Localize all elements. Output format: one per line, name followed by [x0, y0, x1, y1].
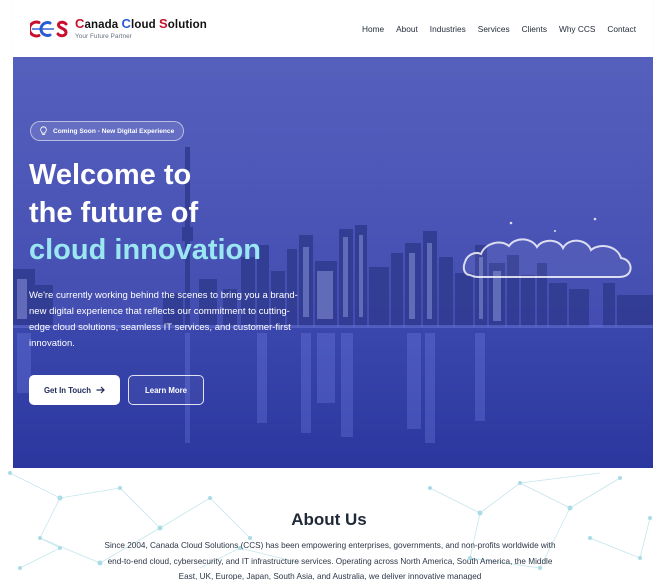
about-title: About Us [291, 510, 367, 529]
site-header: Canada Cloud Solution Your Future Partne… [13, 0, 653, 57]
brand-tagline: Your Future Partner [75, 33, 132, 40]
get-in-touch-label: Get In Touch [43, 385, 92, 395]
hero-headline-line2: the future of [29, 197, 199, 229]
hero-description: We're currently working behind the scene… [29, 290, 298, 349]
arrow-right-icon [96, 386, 105, 394]
nav-services[interactable]: Services [478, 24, 510, 34]
coming-soon-badge: Coming Soon - New Digital Experience [30, 121, 185, 141]
nav-why-ccs[interactable]: Why CCS [559, 24, 595, 34]
learn-more-button[interactable]: Learn More [128, 375, 204, 405]
nav-contact[interactable]: Contact [607, 24, 636, 34]
main-nav: Home About Industries Services Clients W… [362, 0, 636, 57]
hero-headline-line1: Welcome to [29, 159, 192, 191]
nav-clients[interactable]: Clients [522, 24, 547, 34]
about-section: About Us Since 2004, Canada Cloud Soluti… [0, 468, 658, 580]
hero-section: Coming Soon - New Digital Experience Wel… [13, 57, 653, 468]
lightbulb-icon [40, 126, 47, 135]
nav-home[interactable]: Home [362, 24, 384, 34]
get-in-touch-button[interactable]: Get In Touch [29, 375, 120, 405]
about-description: Since 2004, Canada Cloud Solutions (CCS)… [104, 541, 556, 580]
nav-industries[interactable]: Industries [430, 24, 466, 34]
badge-text: Coming Soon - New Digital Experience [53, 127, 175, 135]
ccs-logo-icon [30, 20, 68, 37]
hero-headline-highlight: cloud innovation [29, 234, 261, 266]
logo[interactable]: Canada Cloud Solution Your Future Partne… [30, 17, 207, 41]
nav-about[interactable]: About [396, 24, 418, 34]
brand-name: Canada Cloud Solution [75, 15, 207, 31]
